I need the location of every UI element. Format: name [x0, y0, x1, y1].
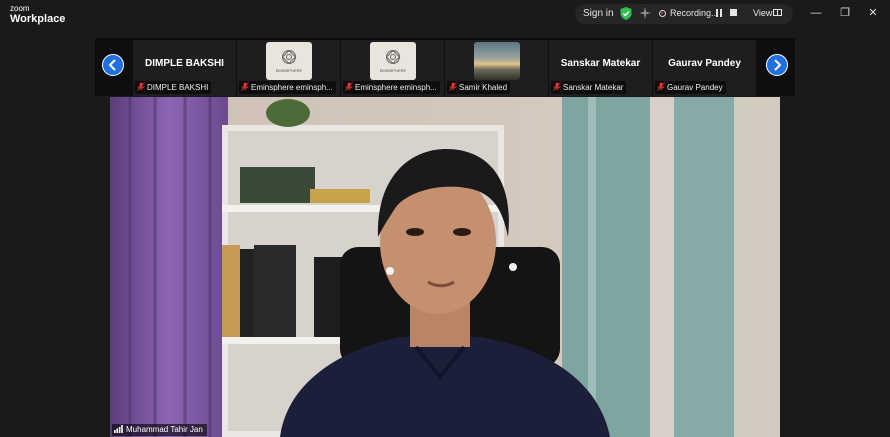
restore-button[interactable]: ❐: [836, 5, 854, 21]
muted-mic-icon: [241, 82, 249, 91]
view-button[interactable]: View: [753, 8, 772, 18]
participant-label-text: DIMPLE BAKSHI: [147, 83, 209, 92]
participant-label: Eminsphere eminsph...: [239, 81, 336, 94]
speaker-name-text: Muhammad Tahir Jan: [126, 425, 203, 434]
logo-brand-top: zoom: [10, 4, 30, 13]
participant-label: Eminsphere eminsph...: [343, 81, 440, 94]
participant-label: Samir Khaled: [447, 81, 511, 94]
logo-text: EMINSPHERE: [379, 68, 407, 73]
participant-tile[interactable]: Samir Khaled: [445, 40, 548, 96]
participant-label-text: Eminsphere eminsph...: [251, 83, 333, 92]
chevron-left-icon: [108, 59, 116, 71]
signal-strength-icon: [114, 425, 123, 433]
participant-logo: EMINSPHERE: [266, 42, 312, 80]
speaker-name-label: Muhammad Tahir Jan: [112, 424, 207, 436]
logo-brand-bottom: Workplace: [10, 13, 66, 25]
participant-label: Gaurav Pandey: [655, 81, 726, 94]
participant-label-text: Gaurav Pandey: [667, 83, 723, 92]
speaker-video-frame: [110, 97, 780, 437]
muted-mic-icon: [137, 82, 145, 91]
participant-name: Gaurav Pandey: [668, 58, 741, 69]
eminsphere-logo-icon: [385, 49, 401, 65]
chevron-right-icon: [774, 59, 782, 71]
participant-tile[interactable]: EMINSPHERE Eminsphere eminsph...: [341, 40, 444, 96]
muted-mic-icon: [345, 82, 353, 91]
participant-label: DIMPLE BAKSHI: [135, 81, 212, 94]
participant-tile[interactable]: EMINSPHERE Eminsphere eminsph...: [237, 40, 340, 96]
muted-mic-icon: [553, 82, 561, 91]
participant-label-text: Sanskar Matekar: [563, 83, 624, 92]
muted-mic-icon: [657, 82, 665, 91]
recording-icon: [659, 10, 666, 17]
participant-photo: [474, 42, 520, 80]
participant-label-text: Samir Khaled: [459, 83, 508, 92]
previous-page-button[interactable]: [102, 54, 124, 76]
stop-recording-icon[interactable]: [730, 9, 737, 16]
eminsphere-logo-icon: [281, 49, 297, 65]
view-layout-icon[interactable]: [773, 9, 782, 16]
minimize-button[interactable]: —: [807, 5, 825, 21]
shield-icon[interactable]: [620, 7, 632, 20]
participant-tile[interactable]: Gaurav Pandey Gaurav Pandey: [653, 40, 756, 96]
participant-tile[interactable]: Sanskar Matekar Sanskar Matekar: [549, 40, 652, 96]
sparkle-icon[interactable]: [639, 7, 651, 19]
participant-tile[interactable]: DIMPLE BAKSHI DIMPLE BAKSHI: [133, 40, 236, 96]
title-bar: zoom Workplace Sign in Recording... View…: [0, 0, 890, 30]
participant-logo: EMINSPHERE: [370, 42, 416, 80]
active-speaker-video[interactable]: Muhammad Tahir Jan: [110, 97, 780, 437]
participant-name: Sanskar Matekar: [560, 58, 641, 69]
muted-mic-icon: [449, 82, 457, 91]
participant-label: Sanskar Matekar: [551, 81, 627, 94]
participant-label-text: Eminsphere eminsph...: [355, 83, 437, 92]
close-button[interactable]: ✕: [864, 5, 882, 21]
next-page-button[interactable]: [766, 54, 788, 76]
logo-text: EMINSPHERE: [275, 68, 303, 73]
pause-recording-icon[interactable]: [716, 9, 723, 17]
sign-in-button[interactable]: Sign in: [583, 8, 614, 19]
participant-name: DIMPLE BAKSHI: [145, 58, 224, 69]
recording-status[interactable]: Recording...: [670, 8, 719, 18]
zoom-logo: zoom Workplace: [10, 5, 65, 25]
